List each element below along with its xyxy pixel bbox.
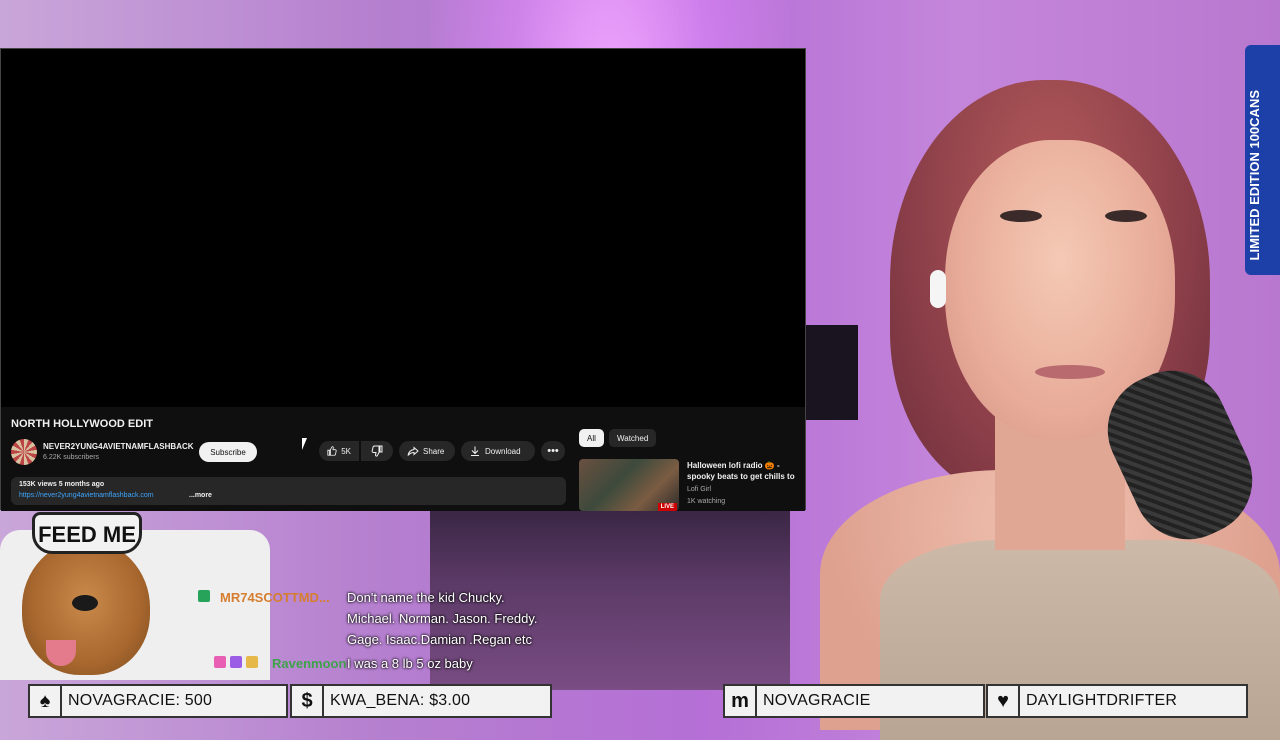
streamer-mouth (1035, 365, 1105, 379)
chat-username: MR74SCOTTMD... (220, 590, 330, 605)
description-link[interactable]: https://never2yung4avietnamflashback.com (19, 492, 154, 499)
event-text: DAYLIGHTDRIFTER (1026, 692, 1178, 709)
thumbs-up-icon (327, 446, 337, 456)
share-button[interactable]: Share (399, 441, 455, 461)
description-box[interactable]: 153K views 5 months ago https://never2yu… (11, 477, 566, 505)
chat-username: Ravenmoon (272, 656, 347, 671)
chat-badges (214, 656, 258, 668)
event-bar-follower: ♥ DAYLIGHTDRIFTER (986, 684, 1248, 718)
dollar-icon: $ (292, 686, 324, 716)
feed-me-sign: FEED ME (32, 512, 142, 554)
video-info: NORTH HOLLYWOOD EDIT NEVER2YUNG4AVIETNAM… (1, 407, 805, 511)
download-icon (471, 446, 479, 456)
chat-message-line: Gage. Isaac.Damian .Regan etc (347, 632, 532, 647)
recommendation-title[interactable]: Halloween lofi radio 🎃 - spooky beats to… (687, 460, 802, 482)
description-more[interactable]: ...more (189, 492, 212, 499)
dislike-button[interactable] (361, 441, 393, 461)
chat-message-line: Michael. Norman. Jason. Freddy. (347, 611, 538, 626)
recommendation-channel[interactable]: Lofi Girl (687, 486, 711, 493)
video-player[interactable] (1, 49, 805, 407)
live-badge: LIVE (657, 503, 677, 511)
youtube-panel: NORTH HOLLYWOOD EDIT NEVER2YUNG4AVIETNAM… (0, 48, 806, 511)
chat-badge-icon (198, 590, 210, 602)
share-icon (407, 446, 419, 456)
mouse-cursor-icon (302, 438, 307, 450)
chat-message-line: I was a 8 lb 5 oz baby (347, 656, 473, 671)
streamer-webcam (760, 70, 1280, 740)
dog-nose (72, 595, 98, 611)
heart-badge-icon (214, 656, 226, 668)
member-icon: m (725, 686, 757, 716)
spade-icon: ♠ (30, 686, 62, 716)
share-label: Share (423, 446, 445, 456)
channel-avatar[interactable] (11, 439, 37, 465)
recommendation-thumbnail[interactable]: LIVE (579, 459, 679, 511)
tree-badge-icon (246, 656, 258, 668)
thumbs-down-icon (371, 445, 383, 457)
download-button[interactable]: Download (461, 441, 535, 461)
video-title: NORTH HOLLYWOOD EDIT (11, 418, 153, 430)
view-count-date: 153K views 5 months ago (19, 481, 105, 488)
like-button[interactable]: 5K (319, 441, 359, 461)
chip-all[interactable]: All (579, 429, 604, 447)
sub-badge-icon (230, 656, 242, 668)
event-bar-points: ♠ NOVAGRACIE: 500 (28, 684, 288, 718)
chat-message-line: Don't name the kid Chucky. (347, 590, 505, 605)
event-text: NOVAGRACIE (763, 692, 871, 709)
streamer-eye-left (1000, 210, 1042, 222)
download-label: Download (485, 446, 521, 456)
recommendation-watching: 1K watching (687, 498, 726, 505)
can-label: LIMITED EDITION 100CANS (1247, 90, 1262, 261)
event-bar-donation: $ KWA_BENA: $3.00 (290, 684, 552, 718)
streamer-eye-right (1105, 210, 1147, 222)
more-actions-button[interactable]: ••• (541, 441, 565, 461)
like-count: 5K (341, 446, 351, 456)
channel-name[interactable]: NEVER2YUNG4AVIETNAMFLASHBACK (43, 442, 194, 451)
event-text: NOVAGRACIE: 500 (68, 692, 213, 709)
subscriber-count: 6.22K subscribers (43, 454, 100, 461)
subscribe-button[interactable]: Subscribe (199, 442, 257, 462)
heart-icon: ♥ (988, 686, 1020, 716)
event-text: KWA_BENA: $3.00 (330, 692, 471, 709)
chip-watched[interactable]: Watched (609, 429, 657, 447)
event-bar-member: m NOVAGRACIE (723, 684, 985, 718)
earbud (930, 270, 946, 308)
